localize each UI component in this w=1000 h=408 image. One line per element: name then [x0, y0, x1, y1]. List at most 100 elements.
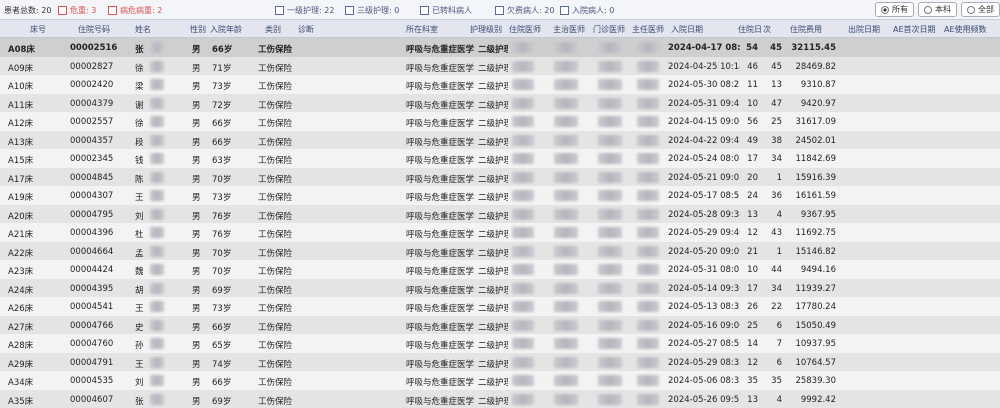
col-resident[interactable]: 住院医师: [509, 24, 541, 35]
checkbox-arrears[interactable]: [495, 5, 504, 15]
redacted-cell: [637, 153, 659, 164]
cell-inpatient-id: 00004396: [70, 228, 114, 238]
redacted-cell: [637, 245, 659, 257]
table-row[interactable]: A29床 00004791 王 男 74岁 工伤保险 呼吸与危重症医学 二级护理 2024-05…: [0, 352, 1000, 372]
redacted-cell: [512, 393, 534, 405]
filter-level3-care[interactable]: 三级护理: 0: [345, 4, 399, 16]
col-age[interactable]: 入院年龄: [210, 24, 242, 35]
col-cost[interactable]: 住院费用: [790, 24, 822, 35]
col-admit-date[interactable]: 入院日期: [671, 24, 703, 35]
redacted-cell: [554, 264, 578, 275]
checkbox-serious[interactable]: [108, 5, 117, 15]
cell-sex: 男: [192, 156, 201, 166]
table-row[interactable]: A35床 00004607 张 男 69岁 工伤保险 呼吸与危重症医学 二级护理 2024-05…: [0, 389, 1000, 408]
redacted-cell: [637, 393, 659, 405]
col-bed[interactable]: 床号: [30, 24, 46, 35]
cell-times: 4: [776, 394, 782, 405]
redacted-cell: [598, 375, 622, 386]
col-chief[interactable]: 主任医师: [632, 24, 664, 35]
cell-inpatient-id: 00004379: [70, 98, 114, 109]
col-diagnosis[interactable]: 诊断: [298, 24, 314, 35]
table-row[interactable]: A09床 00002827 徐 男 71岁 工伤保险 呼吸与危重症医学 二级护理 2024-04…: [0, 56, 1000, 76]
filter-transferred-label: 已转科病人: [432, 5, 472, 15]
cell-inpatient-id: 00004795: [70, 209, 114, 220]
checkbox-transferred[interactable]: [420, 5, 429, 15]
table-row[interactable]: A24床 00004395 胡 男 69岁 工伤保险 呼吸与危重症医学 二级护理 2024-05…: [0, 278, 1000, 298]
cell-name: 刘: [135, 211, 144, 222]
col-dept[interactable]: 所在科室: [406, 24, 438, 35]
table-row[interactable]: A28床 00004760 孙 男 65岁 工伤保险 呼吸与危重症医学 二级护理 2024-05…: [0, 334, 1000, 354]
cell-inpatient-id: 00004357: [70, 135, 114, 146]
cell-cost: 9420.97: [800, 98, 836, 109]
cell-category: 工伤保险: [258, 193, 293, 203]
table-row[interactable]: A11床 00004379 谢 男 72岁 工伤保险 呼吸与危重症医学 二级护理 2024-05…: [0, 93, 1000, 113]
checkbox-level3-care[interactable]: [345, 5, 354, 15]
table-row[interactable]: A27床 00004766 史 男 66岁 工伤保险 呼吸与危重症医学 二级护理 2024-05…: [0, 315, 1000, 335]
cell-bed: A27床: [8, 322, 34, 333]
cell-sex: 男: [192, 137, 201, 148]
cell-dept: 呼吸与危重症医学: [406, 156, 475, 166]
col-discharge[interactable]: 出院日期: [848, 24, 880, 35]
filter-admitted[interactable]: 入院病人: 0: [560, 4, 614, 16]
filter-transferred[interactable]: 已转科病人: [420, 4, 472, 16]
cell-category: 工伤保险: [258, 396, 293, 407]
cell-care-level: 二级护理: [478, 267, 508, 277]
col-care-level[interactable]: 护理级别: [470, 24, 502, 35]
col-outpatient[interactable]: 门诊医师: [593, 24, 625, 35]
cell-admit-date: 2024-05-31 09:42: [668, 98, 740, 109]
table-row[interactable]: A17床 00004845 陈 男 70岁 工伤保险 呼吸与危重症医学 二级护理 2024-05…: [0, 167, 1000, 187]
table-row[interactable]: A20床 00004795 刘 男 76岁 工伤保险 呼吸与危重症医学 二级护理 2024-05…: [0, 204, 1000, 224]
cell-sex: 男: [192, 341, 201, 351]
cell-dept: 呼吸与危重症医学: [406, 304, 475, 314]
table-row[interactable]: A12床 00002557 徐 男 66岁 工伤保险 呼吸与危重症医学 二级护理 2024-04…: [0, 112, 1000, 132]
table-row[interactable]: A34床 00004535 刘 男 66岁 工伤保险 呼吸与危重症医学 二级护理 2024-05…: [0, 371, 1000, 391]
cell-admit-date: 2024-05-29 08:32: [668, 357, 740, 368]
cell-name: 梁: [135, 82, 144, 92]
col-ae-first[interactable]: AE首次日期: [893, 24, 936, 35]
table-row[interactable]: A08床 00002516 张 男 66岁 工伤保险 呼吸与危重症医学 二级护理 2024-04…: [0, 38, 1000, 58]
cell-category: 工伤保险: [258, 359, 293, 370]
cell-age: 74岁: [212, 359, 232, 370]
table-row[interactable]: A13床 00004357 段 男 66岁 工伤保险 呼吸与危重症医学 二级护理 2024-04…: [0, 130, 1000, 150]
filter-critical[interactable]: 危重: 3: [58, 4, 96, 16]
radio-scope-all[interactable]: 所有: [875, 2, 914, 17]
col-category[interactable]: 类别: [265, 24, 281, 35]
col-sex[interactable]: 性别: [190, 24, 206, 35]
filter-serious[interactable]: 病危病重: 2: [108, 4, 162, 16]
table-row[interactable]: A26床 00004541 王 男 73岁 工伤保险 呼吸与危重症医学 二级护理 2024-05…: [0, 297, 1000, 317]
redacted-cell: [512, 264, 534, 275]
table-row[interactable]: A21床 00004396 杜 男 76岁 工伤保险 呼吸与危重症医学 二级护理 2024-05…: [0, 223, 1000, 243]
checkbox-critical[interactable]: [58, 5, 67, 15]
cell-times: 6: [776, 357, 782, 368]
filter-arrears[interactable]: 欠费病人: 20: [495, 4, 554, 16]
table-row[interactable]: A19床 00004307 王 男 73岁 工伤保险 呼吸与危重症医学 二级护理 2024-05…: [0, 186, 1000, 206]
checkbox-admitted[interactable]: [560, 5, 569, 15]
redacted-cell: [637, 116, 659, 127]
filter-level1-care[interactable]: 一级护理: 22: [275, 4, 334, 16]
cell-bed: A34床: [8, 378, 34, 388]
table-row[interactable]: A10床 00002420 梁 男 73岁 工伤保险 呼吸与危重症医学 二级护理 2024-05…: [0, 75, 1000, 95]
table-row[interactable]: A15床 00002345 钱 男 63岁 工伤保险 呼吸与危重症医学 二级护理 2024-05…: [0, 149, 1000, 169]
radio-scope-full[interactable]: 全部: [961, 2, 1000, 17]
cell-admit-date: 2024-05-26 09:51: [668, 394, 740, 405]
col-name[interactable]: 姓名: [135, 24, 151, 35]
table-row[interactable]: A23床 00004424 魏 男 70岁 工伤保险 呼吸与危重症医学 二级护理 2024-05…: [0, 260, 1000, 280]
redacted-cell: [512, 356, 534, 368]
cell-bed: A23床: [8, 267, 34, 277]
cell-cost: 15146.82: [795, 246, 836, 257]
redacted-cell: [637, 264, 659, 275]
cell-inpatient-id: 00004395: [70, 283, 114, 294]
redacted-cell: [150, 171, 164, 183]
col-id[interactable]: 住院号码: [78, 24, 110, 35]
col-days[interactable]: 住院日: [738, 24, 762, 35]
redacted-cell: [150, 338, 164, 349]
cell-sex: 男: [192, 396, 201, 407]
col-attending[interactable]: 主治医师: [553, 24, 585, 35]
cell-inpatient-id: 00004760: [70, 339, 114, 349]
col-ae-count[interactable]: AE使用频数: [944, 24, 987, 35]
col-times[interactable]: 次: [763, 24, 771, 35]
table-row[interactable]: A22床 00004664 孟 男 70岁 工伤保险 呼吸与危重症医学 二级护理 2024-05…: [0, 241, 1000, 261]
radio-scope-dept[interactable]: 本科: [918, 2, 957, 17]
redacted-cell: [150, 153, 164, 164]
checkbox-level1-care[interactable]: [275, 5, 284, 15]
